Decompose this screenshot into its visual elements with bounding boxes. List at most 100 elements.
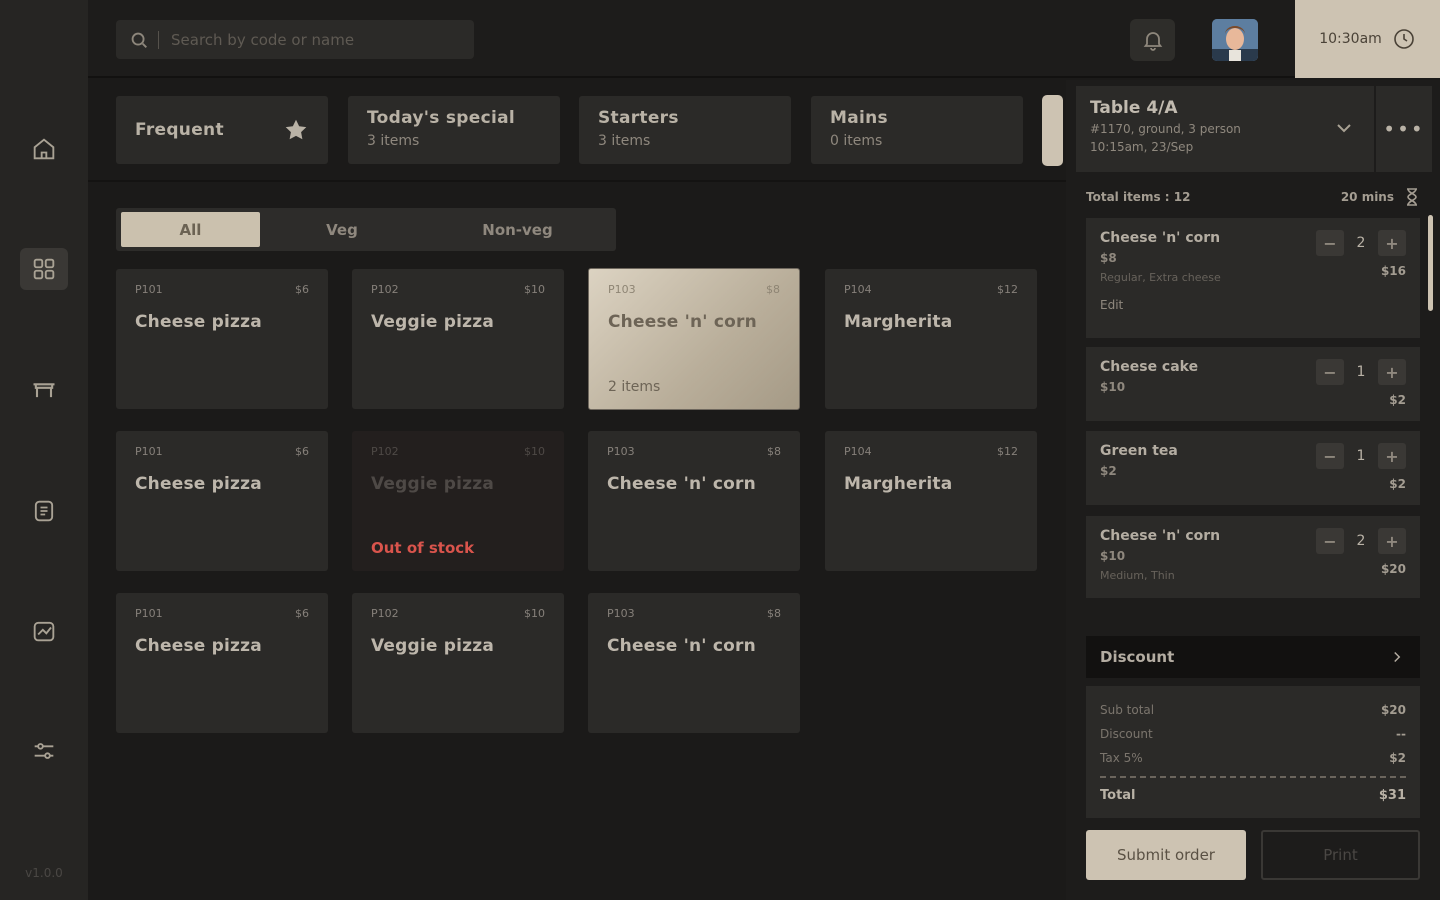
avatar-portrait (1212, 19, 1258, 61)
nav-tables[interactable] (20, 368, 68, 410)
item-code: P101 (135, 607, 163, 620)
minus-icon: − (1323, 362, 1337, 382)
decrease-button[interactable]: − (1316, 443, 1344, 469)
order-line-total: $20 (1380, 562, 1406, 576)
increase-button[interactable]: + (1378, 359, 1406, 385)
item-price: $8 (767, 445, 781, 458)
tax-label: Tax 5% (1100, 751, 1143, 765)
item-code: P103 (607, 607, 635, 620)
subtotal-value: $20 (1380, 703, 1406, 717)
search-icon (131, 32, 147, 48)
item-price: $6 (295, 607, 309, 620)
menu-item-card[interactable]: P101 $6 Cheese pizza (116, 431, 328, 571)
clock-icon (1393, 29, 1414, 49)
menu-item-card[interactable]: P102 $10 Veggie pizza (352, 593, 564, 733)
order-line[interactable]: Cheese 'n' corn $10 Medium, Thin − 2 + $… (1086, 516, 1420, 598)
filter-all[interactable]: All (121, 212, 260, 247)
chevron-down-icon[interactable] (1332, 116, 1356, 140)
current-time[interactable]: 10:30am (1295, 0, 1440, 78)
item-code-price: P101 $6 (135, 445, 309, 458)
decrease-button[interactable]: − (1316, 230, 1344, 256)
search-box[interactable] (116, 20, 474, 59)
menu-item-card[interactable]: P102 $10 Veggie pizza (352, 269, 564, 409)
menu-item-card-selected[interactable]: P103 $8 Cheese 'n' corn 2 items (588, 268, 800, 410)
discount-button[interactable]: Discount (1086, 636, 1420, 678)
category-scrollbar[interactable] (1042, 95, 1063, 166)
grid-icon (33, 258, 55, 280)
nav-settings[interactable] (20, 730, 68, 772)
nav-analytics[interactable] (20, 610, 68, 652)
table-selector[interactable]: Table 4/A #1170, ground, 3 person 10:15a… (1076, 86, 1374, 172)
item-name: Margherita (844, 474, 953, 494)
item-name: Cheese 'n' corn (607, 474, 756, 494)
item-price: $8 (766, 283, 780, 296)
order-line[interactable]: Cheese 'n' corn $8 Regular, Extra cheese… (1086, 218, 1420, 338)
order-list-scrollbar[interactable] (1428, 215, 1433, 311)
duration-label: 20 mins (1340, 190, 1394, 204)
quantity-stepper: − 2 + (1316, 230, 1406, 256)
filter-non-veg[interactable]: Non-veg (446, 212, 589, 247)
more-options-button[interactable]: ••• (1376, 86, 1432, 172)
user-avatar[interactable] (1212, 19, 1258, 61)
item-name: Cheese pizza (135, 636, 262, 656)
quantity-stepper: − 1 + (1316, 359, 1406, 385)
notifications-button[interactable] (1130, 19, 1175, 61)
item-price: $12 (997, 283, 1018, 296)
menu-item-card[interactable]: P104 $12 Margherita (825, 269, 1037, 409)
table-name: Table 4/A (1090, 98, 1178, 118)
item-code-price: P103 $8 (608, 283, 780, 296)
minus-icon: − (1323, 531, 1337, 551)
order-line-total: $2 (1389, 477, 1406, 491)
quantity-value: 1 (1356, 364, 1366, 380)
chevron-right-icon (1394, 651, 1401, 663)
category-frequent[interactable]: Frequent (116, 96, 328, 164)
app-version: v1.0.0 (25, 866, 63, 880)
subtotal-label: Sub total (1100, 703, 1155, 717)
discount-value: -- (1396, 727, 1406, 741)
item-code: P102 (371, 607, 399, 620)
item-code-price: P101 $6 (135, 607, 309, 620)
menu-item-card[interactable]: P104 $12 Margherita (825, 431, 1037, 571)
order-duration: 20 mins (1341, 188, 1420, 206)
menu-item-card[interactable]: P103 $8 Cheese 'n' corn (588, 431, 800, 571)
menu-item-card[interactable]: P103 $8 Cheese 'n' corn (588, 593, 800, 733)
search-input[interactable] (171, 30, 451, 49)
order-line[interactable]: Green tea $2 − 1 + $2 (1086, 431, 1420, 505)
decrease-button[interactable]: − (1316, 528, 1344, 554)
total-row: Total $31 (1100, 788, 1406, 803)
order-summary: Sub total $20 Discount -- Tax 5% $2 Total $3… (1086, 686, 1420, 818)
category-todays-special[interactable]: Today's special 3 items (348, 96, 560, 164)
item-code: P104 (844, 283, 872, 296)
nav-menu-grid[interactable] (20, 248, 68, 290)
submit-order-button[interactable]: Submit order (1086, 830, 1246, 880)
increase-button[interactable]: + (1378, 230, 1406, 256)
print-button[interactable]: Print (1261, 830, 1420, 880)
menu-item-card-out-of-stock: P102 $10 Veggie pizza Out of stock (352, 431, 564, 571)
discount-row: Discount -- (1100, 722, 1406, 746)
search-divider (158, 30, 159, 49)
star-icon (285, 119, 307, 140)
filter-veg[interactable]: Veg (276, 212, 408, 247)
nav-orders[interactable] (20, 490, 68, 532)
nav-home[interactable] (20, 128, 68, 170)
increase-button[interactable]: + (1378, 528, 1406, 554)
item-code-price: P101 $6 (135, 283, 309, 296)
analytics-icon (33, 621, 55, 642)
item-code: P104 (844, 445, 872, 458)
plus-icon: + (1385, 531, 1399, 551)
menu-item-card[interactable]: P101 $6 Cheese pizza (116, 593, 328, 733)
out-of-stock-label: Out of stock (371, 539, 475, 557)
item-price: $6 (295, 445, 309, 458)
item-code: P102 (371, 283, 399, 296)
order-line-edit-link[interactable]: Edit (1100, 298, 1406, 312)
item-code-price: P103 $8 (607, 607, 781, 620)
item-name: Cheese 'n' corn (608, 312, 757, 332)
category-starters[interactable]: Starters 3 items (579, 96, 791, 164)
decrease-button[interactable]: − (1316, 359, 1344, 385)
item-price: $10 (524, 283, 545, 296)
increase-button[interactable]: + (1378, 443, 1406, 469)
order-line[interactable]: Cheese cake $10 − 1 + $2 (1086, 347, 1420, 421)
category-mains[interactable]: Mains 0 items (811, 96, 1023, 164)
quantity-stepper: − 2 + (1316, 528, 1406, 554)
menu-item-card[interactable]: P101 $6 Cheese pizza (116, 269, 328, 409)
